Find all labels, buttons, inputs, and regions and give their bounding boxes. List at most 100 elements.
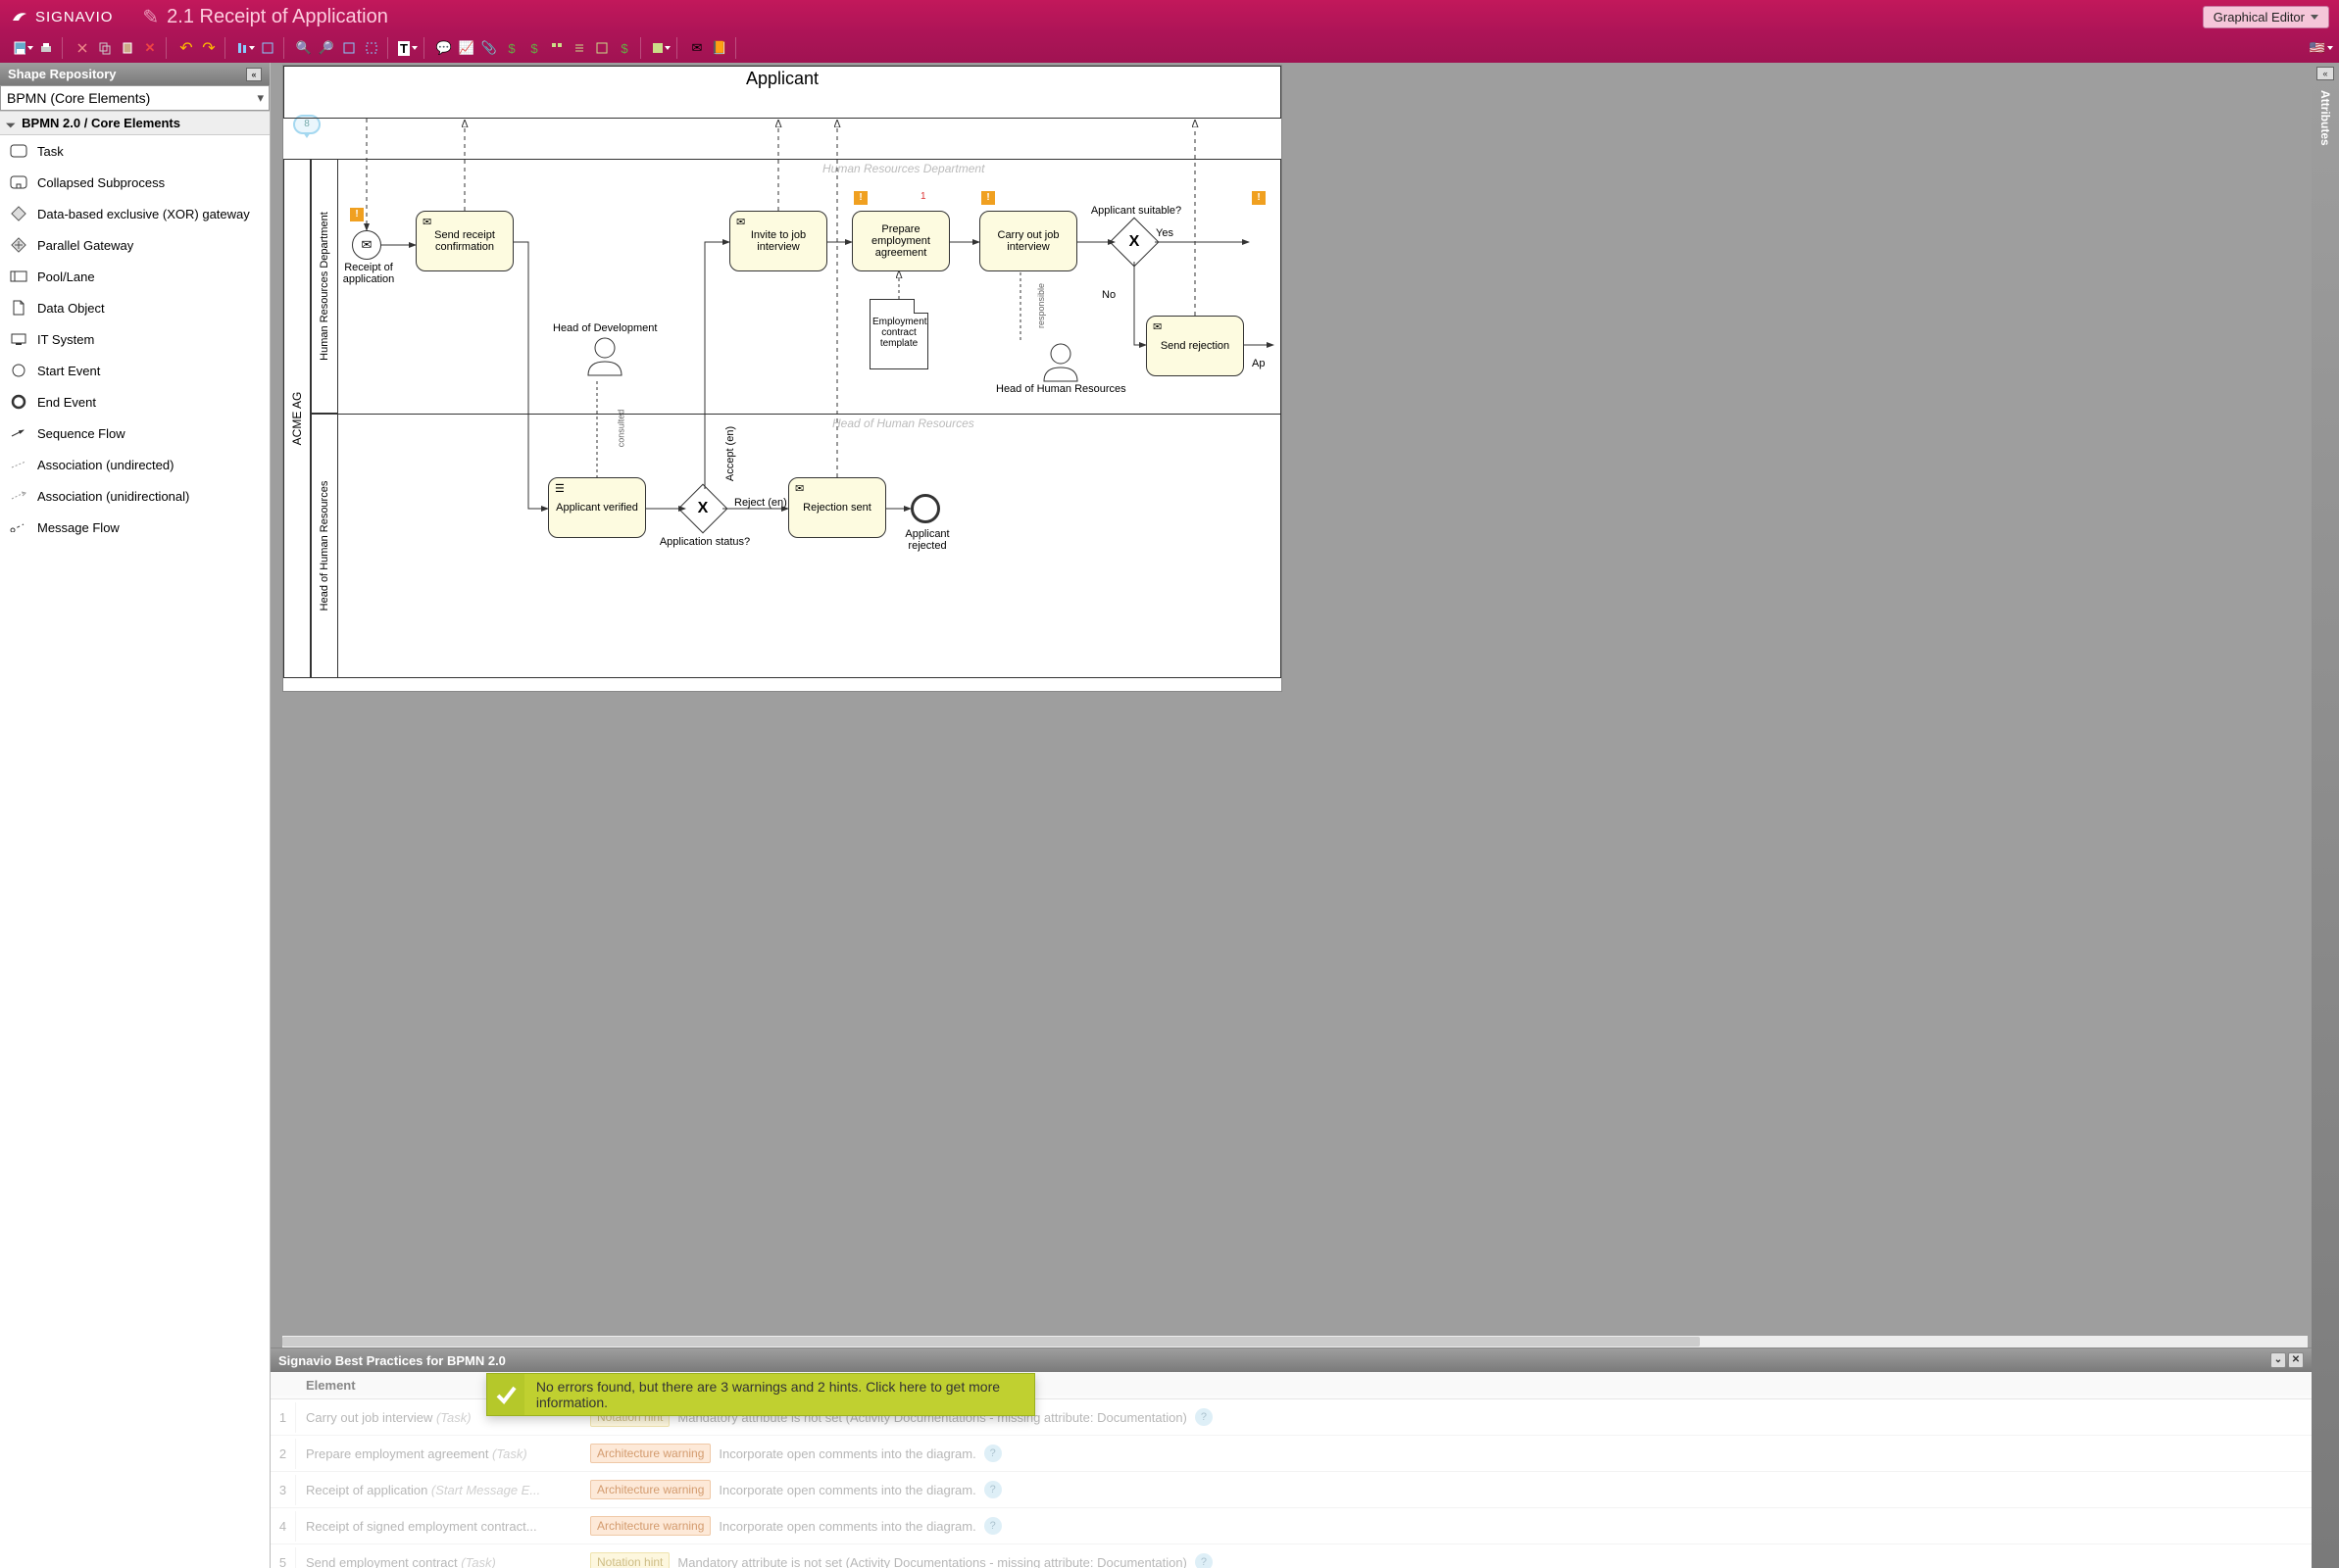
row-msg-text: Mandatory attribute is not set (Activity…: [677, 1555, 1187, 1568]
warning-badge[interactable]: !: [854, 191, 868, 205]
align-dropdown-button[interactable]: [235, 38, 255, 58]
delete-icon: ✕: [145, 40, 156, 56]
cost-button-1[interactable]: $: [502, 38, 522, 58]
help-icon[interactable]: ?: [1195, 1408, 1213, 1426]
shape-end-event[interactable]: End Event: [0, 386, 270, 417]
zoom-in-button[interactable]: 🔍: [294, 38, 314, 58]
comments-button[interactable]: 💬: [434, 38, 454, 58]
participant-pool-applicant[interactable]: Applicant: [283, 66, 1281, 119]
task-invite-interview[interactable]: ✉Invite to job interview: [729, 211, 827, 271]
book-button[interactable]: 📙: [710, 38, 729, 58]
edit-title-icon[interactable]: ✎: [142, 5, 159, 29]
zoom-out-button[interactable]: 🔎: [317, 38, 336, 58]
warning-badge[interactable]: !: [350, 208, 364, 221]
help-icon[interactable]: ?: [984, 1481, 1002, 1498]
copy-button[interactable]: [95, 38, 115, 58]
cost-button-3[interactable]: $: [615, 38, 634, 58]
shape-parallel-gateway[interactable]: Parallel Gateway: [0, 229, 270, 261]
close-panel-button[interactable]: ✕: [2288, 1352, 2304, 1368]
attachment-button[interactable]: 📎: [479, 38, 499, 58]
shape-data-object[interactable]: Data Object: [0, 292, 270, 323]
zoom-fit-button[interactable]: [339, 38, 359, 58]
canvas-scroll-area[interactable]: 8 Applicant ACME AG Human Resources Depa…: [271, 63, 2312, 1348]
expand-attributes-button[interactable]: «: [2316, 67, 2334, 80]
pool-acme[interactable]: ACME AG: [283, 159, 311, 678]
simulation-button[interactable]: 📈: [457, 38, 476, 58]
cost-button-2[interactable]: $: [524, 38, 544, 58]
shape-collapsed-subprocess[interactable]: Collapsed Subprocess: [0, 167, 270, 198]
user-icon: ☰: [555, 482, 565, 495]
grid-button-1[interactable]: [547, 38, 567, 58]
end-event-rejected[interactable]: [911, 494, 940, 523]
actor-head-dev[interactable]: Head of Development: [553, 322, 657, 377]
warning-badge[interactable]: !: [1252, 191, 1266, 205]
task-applicant-verified[interactable]: ☰Applicant verified: [548, 477, 646, 538]
collapse-sidebar-button[interactable]: «: [246, 68, 262, 81]
shape-association-undirected-[interactable]: Association (undirected): [0, 449, 270, 480]
start-event-receipt[interactable]: ✉: [352, 230, 381, 260]
validation-row[interactable]: 3Receipt of application (Start Message E…: [271, 1472, 2312, 1508]
help-icon[interactable]: ?: [984, 1517, 1002, 1535]
lane-hr-dept[interactable]: Human Resources Department: [311, 159, 338, 414]
shape-task[interactable]: Task: [0, 135, 270, 167]
shape-message-flow[interactable]: Message Flow: [0, 512, 270, 543]
shape-pool-lane[interactable]: Pool/Lane: [0, 261, 270, 292]
format-button[interactable]: [258, 38, 277, 58]
row-tag: Architecture warning: [590, 1444, 711, 1463]
lane-head-hr[interactable]: Head of Human Resources: [311, 414, 338, 678]
row-message: Notation hintMandatory attribute is not …: [580, 1544, 2312, 1568]
dictionary-dropdown-button[interactable]: [651, 38, 671, 58]
horizontal-scrollbar[interactable]: [282, 1336, 2308, 1348]
bpmn-canvas[interactable]: 8 Applicant ACME AG Human Resources Depa…: [282, 65, 1282, 692]
shape-association-unidirectional-[interactable]: Association (unidirectional): [0, 480, 270, 512]
comment-count[interactable]: 1: [921, 191, 926, 202]
shape-label: End Event: [37, 395, 96, 410]
shape-sequence-flow[interactable]: Sequence Flow: [0, 417, 270, 449]
shape-list: Task Collapsed Subprocess Data-based exclu…: [0, 135, 270, 1568]
row-number: 3: [271, 1475, 296, 1505]
shape-start-event[interactable]: Start Event: [0, 355, 270, 386]
actor-head-hr[interactable]: Head of Human Resources: [996, 340, 1126, 395]
redo-button[interactable]: ↷: [199, 38, 219, 58]
warning-badge[interactable]: !: [981, 191, 995, 205]
shape-set-selector[interactable]: [0, 85, 270, 111]
list-button[interactable]: [570, 38, 589, 58]
language-dropdown[interactable]: 🇺🇸: [2312, 38, 2331, 58]
validation-row[interactable]: 4Receipt of signed employment contract..…: [271, 1508, 2312, 1544]
print-button[interactable]: [36, 38, 56, 58]
shape-it-system[interactable]: IT System: [0, 323, 270, 355]
collapse-panel-button[interactable]: ⌄: [2270, 1352, 2286, 1368]
row-number: 4: [271, 1511, 296, 1542]
paste-button[interactable]: [118, 38, 137, 58]
grid-button-2[interactable]: [592, 38, 612, 58]
help-icon[interactable]: ?: [1195, 1553, 1213, 1568]
save-dropdown-button[interactable]: [14, 38, 33, 58]
delete-button[interactable]: ✕: [140, 38, 160, 58]
data-object-template[interactable]: Employment contract template: [870, 299, 928, 369]
data-object-icon: [10, 299, 27, 317]
validation-row[interactable]: 2Prepare employment agreement (Task)Arch…: [271, 1436, 2312, 1472]
validation-row[interactable]: 5Send employment contract (Task)Notation…: [271, 1544, 2312, 1568]
shape-label: Data-based exclusive (XOR) gateway: [37, 207, 250, 221]
shape-label: Task: [37, 144, 64, 159]
task-rejection-sent[interactable]: ✉Rejection sent: [788, 477, 886, 538]
task-send-rejection[interactable]: ✉Send rejection: [1146, 316, 1244, 376]
editor-mode-dropdown[interactable]: Graphical Editor: [2203, 6, 2329, 28]
cut-button[interactable]: [73, 38, 92, 58]
task-carry-out-interview[interactable]: Carry out job interview: [979, 211, 1077, 271]
help-icon[interactable]: ?: [984, 1445, 1002, 1462]
font-dropdown-button[interactable]: T: [398, 38, 418, 58]
mail-button[interactable]: ✉: [687, 38, 707, 58]
scrollbar-thumb[interactable]: [282, 1337, 1700, 1347]
shape-category-header[interactable]: BPMN 2.0 / Core Elements: [0, 111, 270, 135]
document-title[interactable]: 2.1 Receipt of Application: [167, 6, 388, 28]
row-message: Architecture warningIncorporate open com…: [580, 1472, 2312, 1507]
task-send-confirmation[interactable]: ✉Send receipt confirmation: [416, 211, 514, 271]
undo-button[interactable]: ↶: [176, 38, 196, 58]
shape-data-based-exclusive-xor-gateway[interactable]: Data-based exclusive (XOR) gateway: [0, 198, 270, 229]
zoom-region-button[interactable]: [362, 38, 381, 58]
shape-label: Message Flow: [37, 520, 120, 535]
validation-status-banner[interactable]: No errors found, but there are 3 warning…: [486, 1373, 1035, 1416]
task-prepare-agreement[interactable]: Prepare employment agreement: [852, 211, 950, 271]
shape-label: Data Object: [37, 301, 105, 316]
